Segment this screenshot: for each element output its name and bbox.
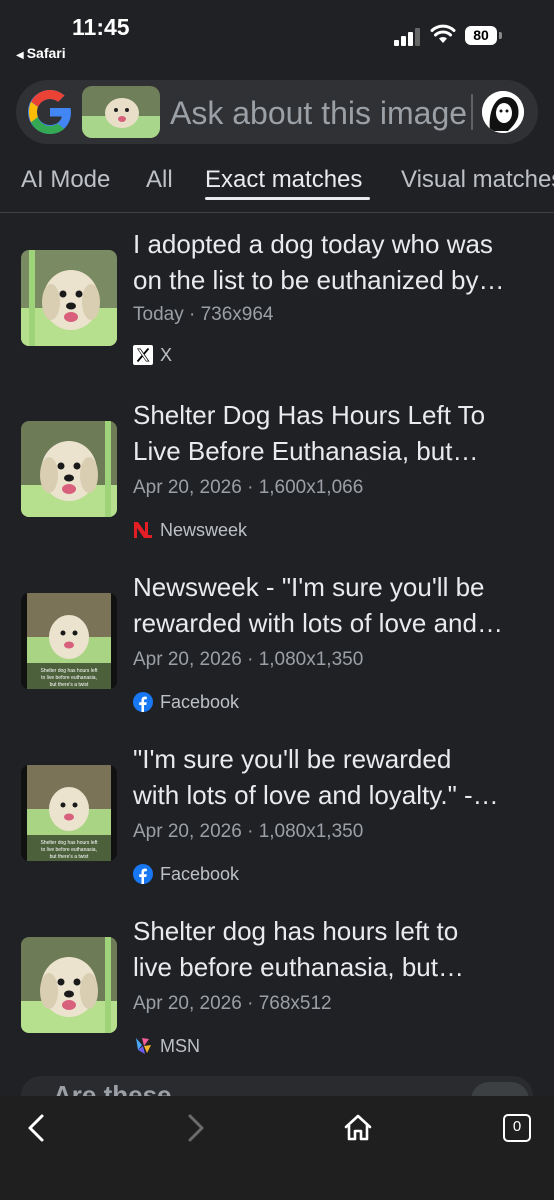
result-thumbnail[interactable] (21, 250, 117, 346)
result-meta: Today · 736x964 (133, 304, 274, 325)
back-triangle-icon: ◀ (16, 50, 24, 61)
result-meta: Apr 20, 2026 · 1,080x1,350 (133, 649, 364, 670)
facebook-logo-icon (133, 864, 153, 884)
tab-ai-mode[interactable]: AI Mode (21, 166, 110, 194)
back-to-app-link[interactable]: ◀ Safari (16, 45, 66, 61)
result-item[interactable]: Shelter Dog Has Hours Left To Live Befor… (0, 397, 554, 567)
result-meta: Apr 20, 2026 · 768x512 (133, 993, 332, 1014)
query-image-thumbnail[interactable] (82, 86, 160, 138)
tab-exact-matches[interactable]: Exact matches (205, 166, 362, 194)
facebook-logo-icon (133, 692, 153, 712)
result-thumbnail[interactable] (21, 937, 117, 1033)
result-title-line: rewarded with lots of love and… (133, 608, 503, 638)
battery-icon: 80 (465, 26, 503, 46)
result-title-line: with lots of love and loyalty." -… (133, 780, 499, 810)
search-input[interactable]: Ask about this image (170, 95, 467, 132)
x-logo-icon (133, 345, 153, 365)
result-source[interactable]: Newsweek (133, 520, 247, 541)
source-name: Facebook (160, 864, 240, 884)
thumbnail-caption-line: but there's a twist (50, 682, 89, 688)
thumbnail-caption-line: Shelter dog has hours left (41, 668, 99, 674)
active-tab-indicator (205, 197, 370, 200)
source-name: Facebook (160, 692, 240, 712)
thumbnail-caption-line: to live before euthanasia, (41, 847, 97, 853)
newsweek-logo-icon (133, 520, 153, 540)
result-item[interactable]: Shelter dog has hours left to live befor… (0, 569, 554, 739)
source-name: MSN (160, 1036, 200, 1056)
result-item[interactable]: Shelter dog has hours left to live befor… (0, 741, 554, 911)
tab-all[interactable]: All (146, 166, 173, 194)
result-title-line: Live Before Euthanasia, but… (133, 436, 479, 466)
cellular-signal-icon (394, 28, 420, 46)
result-item[interactable]: I adopted a dog today who was on the lis… (0, 226, 554, 396)
battery-level: 80 (465, 26, 497, 45)
result-thumbnail[interactable]: Shelter dog has hours left to live befor… (21, 593, 117, 689)
result-title-line: Shelter dog has hours left to (133, 916, 459, 946)
back-app-label: Safari (26, 45, 66, 61)
browser-toolbar: 0 (0, 1096, 554, 1200)
status-bar: 11:45 ◀ Safari 80 (0, 0, 554, 72)
result-title-line: I adopted a dog today who was (133, 229, 493, 259)
result-title[interactable]: I adopted a dog today who was on the lis… (133, 226, 548, 298)
google-logo-icon (28, 90, 71, 134)
msn-logo-icon (136, 1038, 151, 1054)
account-avatar[interactable] (482, 91, 524, 133)
result-title-line: "I'm sure you'll be rewarded (133, 744, 452, 774)
source-name: Newsweek (160, 520, 248, 540)
source-name: X (160, 345, 173, 365)
home-icon[interactable] (342, 1112, 374, 1144)
result-source[interactable]: Facebook (133, 692, 239, 713)
result-title-line: live before euthanasia, but… (133, 952, 464, 982)
result-title[interactable]: Shelter Dog Has Hours Left To Live Befor… (133, 397, 548, 469)
back-arrow-icon[interactable] (20, 1112, 52, 1144)
result-source[interactable]: MSN (133, 1036, 200, 1057)
result-thumbnail[interactable] (21, 421, 117, 517)
thumbnail-caption-line: to live before euthanasia, (41, 675, 97, 681)
result-source[interactable]: Facebook (133, 864, 239, 885)
thumbnail-caption-line: Shelter dog has hours left (41, 840, 99, 846)
search-divider (471, 94, 473, 130)
result-source[interactable]: X (133, 345, 172, 366)
search-tabs: AI Mode All Exact matches Visual matches (0, 160, 554, 213)
forward-arrow-icon[interactable] (180, 1112, 212, 1144)
result-title[interactable]: "I'm sure you'll be rewarded with lots o… (133, 741, 548, 813)
result-item[interactable]: Shelter dog has hours left to live befor… (0, 913, 554, 1083)
wifi-icon (430, 24, 456, 43)
clock: 11:45 (72, 14, 130, 40)
result-title-line: on the list to be euthanized by… (133, 265, 505, 295)
tabs-button[interactable]: 0 (503, 1114, 531, 1142)
tab-visual-matches[interactable]: Visual matches (401, 166, 554, 194)
thumbnail-caption-line: but there's a twist (50, 854, 89, 860)
result-title[interactable]: Newsweek - "I'm sure you'll be rewarded … (133, 569, 548, 641)
result-meta: Apr 20, 2026 · 1,080x1,350 (133, 821, 364, 842)
result-thumbnail[interactable]: Shelter dog has hours left to live befor… (21, 765, 117, 861)
result-meta: Apr 20, 2026 · 1,600x1,066 (133, 477, 364, 498)
result-title[interactable]: Shelter dog has hours left to live befor… (133, 913, 548, 985)
search-bar[interactable]: Ask about this image (16, 80, 538, 144)
result-title-line: Shelter Dog Has Hours Left To (133, 400, 486, 430)
result-title-line: Newsweek - "I'm sure you'll be (133, 572, 485, 602)
